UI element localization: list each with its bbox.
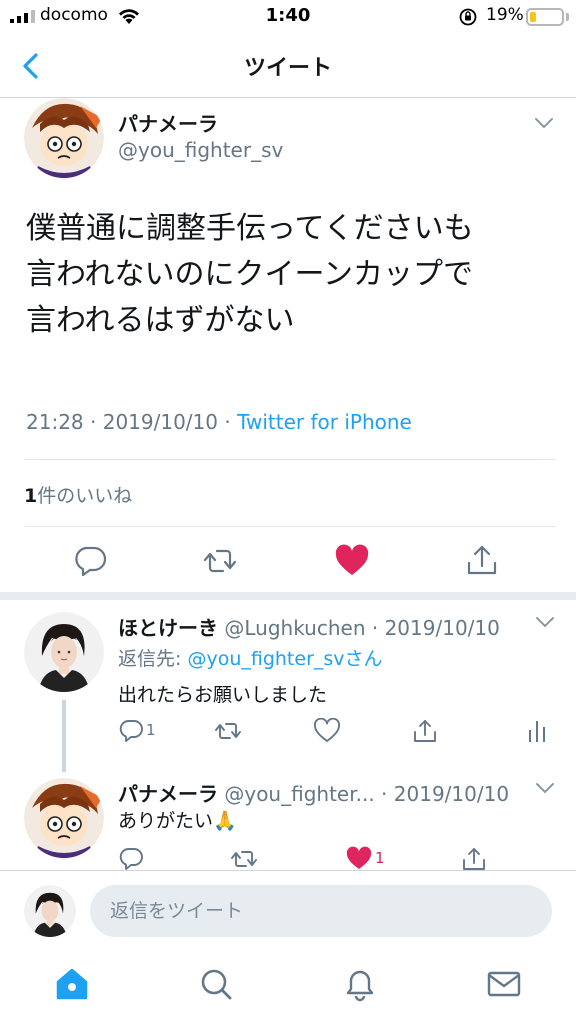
tweet-source-link[interactable]: Twitter for iPhone — [237, 410, 412, 434]
meta-separator: · — [224, 410, 238, 434]
author-handle[interactable]: @you_fighter_sv — [118, 138, 283, 162]
reply-text: ありがたい🙏 — [118, 810, 237, 832]
reply-author-name[interactable]: パナメーラ — [118, 782, 218, 806]
orientation-lock-icon — [459, 8, 477, 26]
likes-count: 1 — [24, 485, 38, 507]
page-title: ツイート — [243, 56, 332, 81]
tweet-text: 僕普通に調整手伝ってくださいも 言われないのにクイーンカップで 言われるはずがな… — [26, 206, 556, 344]
tab-search[interactable] — [196, 964, 236, 1004]
tweet-actions — [0, 530, 576, 590]
chevron-down-icon[interactable] — [535, 782, 555, 794]
author-avatar[interactable] — [24, 98, 104, 178]
divider — [24, 526, 556, 527]
tab-bar — [0, 950, 576, 1024]
navigation-bar: ツイート — [0, 34, 576, 98]
reply-author-handle[interactable]: @Lughkuchen — [224, 616, 365, 640]
tab-messages[interactable] — [484, 964, 524, 1004]
share-icon — [467, 545, 497, 575]
likes-label: 件のいいね — [37, 485, 133, 507]
reply-to-label: 返信先: — [118, 648, 182, 670]
reply-count: 1 — [146, 721, 156, 739]
reply-button[interactable]: 1 — [118, 718, 158, 744]
chevron-down-icon[interactable] — [535, 616, 555, 628]
portrait-avatar-image — [24, 612, 104, 692]
retweet-button[interactable] — [202, 544, 238, 578]
meta-separator: · — [90, 410, 103, 434]
tweet-text-line: 言われないのにクイーンカップで — [26, 257, 473, 292]
tweet-text-line: 言われるはずがない — [26, 303, 295, 338]
retweet-icon — [215, 723, 241, 739]
reply-icon — [75, 546, 107, 577]
share-icon — [414, 720, 436, 742]
notifications-icon — [346, 970, 374, 1002]
share-icon — [463, 848, 485, 870]
reply-author-name[interactable]: ほとけーき — [118, 616, 218, 640]
divider — [24, 459, 556, 460]
status-bar: docomo 1:40 19% — [0, 0, 576, 34]
reply-text: 出れたらお願いしました — [118, 684, 328, 706]
anime-avatar-image — [24, 98, 104, 178]
tweet-metadata: 21:28 · 2019/10/10 · Twitter for iPhone — [26, 410, 412, 434]
reply-icon — [119, 720, 143, 742]
retweet-button[interactable] — [230, 846, 258, 872]
meta-separator: · — [365, 616, 385, 640]
heart-icon — [335, 544, 369, 575]
reply-to-line: 返信先: @you_fighter_svさん — [118, 644, 383, 671]
reply-compose-bar — [0, 870, 576, 950]
section-divider — [0, 592, 576, 600]
tab-notifications[interactable] — [340, 964, 380, 1004]
reply-to-suffix: さん — [344, 648, 383, 670]
likes-count-link[interactable]: 1件のいいね — [24, 481, 132, 508]
battery-icon — [526, 8, 564, 26]
like-count: 1 — [375, 849, 385, 867]
like-button[interactable]: 1 — [345, 846, 391, 872]
share-button[interactable] — [460, 846, 488, 872]
analytics-button[interactable] — [527, 718, 547, 744]
reply-header: ほとけーき @Lughkuchen · 2019/10/10 — [118, 612, 500, 641]
retweet-button[interactable] — [214, 718, 242, 744]
heart-outline-icon — [313, 718, 341, 742]
portrait-avatar-image — [24, 885, 76, 937]
my-avatar[interactable] — [24, 885, 76, 937]
retweet-icon — [231, 851, 257, 867]
reply-date: 2019/10/10 — [393, 782, 510, 806]
reply-author-handle[interactable]: @you_fighter... — [224, 782, 374, 806]
author-name[interactable]: パナメーラ — [118, 108, 218, 137]
heart-icon — [346, 846, 372, 869]
reply-date: 2019/10/10 — [384, 616, 500, 640]
anime-avatar-image — [24, 778, 104, 858]
analytics-icon — [529, 721, 545, 742]
chevron-down-icon[interactable] — [533, 116, 555, 130]
like-button[interactable] — [313, 718, 341, 744]
thread-connector-line — [62, 700, 66, 772]
reply-header: パナメーラ @you_fighter... · 2019/10/10 — [118, 778, 509, 807]
tweet-time: 21:28 — [26, 410, 84, 434]
battery-percent: 19% — [486, 5, 524, 25]
meta-separator: · — [374, 782, 394, 806]
reply-icon — [119, 848, 143, 870]
reply-input[interactable] — [90, 885, 552, 937]
search-icon — [201, 969, 232, 1000]
reply-author-avatar[interactable] — [24, 778, 104, 858]
tab-home[interactable] — [52, 964, 92, 1004]
battery-cap — [566, 13, 569, 21]
reply-button[interactable] — [72, 544, 108, 578]
like-button[interactable] — [334, 544, 370, 578]
share-button[interactable] — [411, 718, 439, 744]
tweet-text-line: 僕普通に調整手伝ってくださいも — [26, 211, 474, 246]
tweet-date: 2019/10/10 — [102, 410, 218, 434]
share-button[interactable] — [464, 544, 500, 578]
reply-author-avatar[interactable] — [24, 612, 104, 692]
reply-to-handle[interactable]: @you_fighter_sv — [187, 648, 344, 670]
battery-level — [530, 12, 536, 22]
messages-icon — [487, 971, 521, 997]
home-icon — [56, 968, 88, 1000]
retweet-icon — [203, 549, 237, 573]
reply-button[interactable] — [118, 846, 146, 872]
